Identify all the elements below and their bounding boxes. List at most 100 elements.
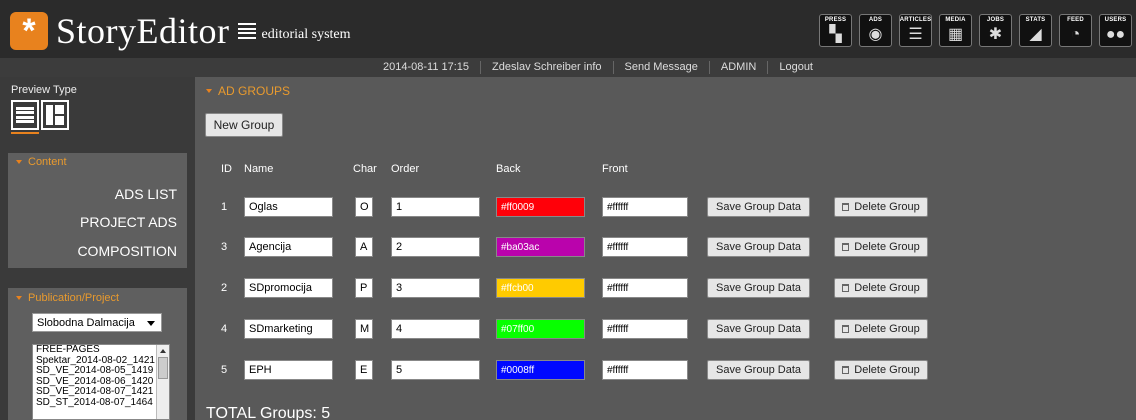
nav-articles-button[interactable]: ARTICLES ☰ <box>899 14 932 47</box>
list-item[interactable]: SD_VE_2014-08-07_1421 <box>33 387 157 398</box>
trash-icon <box>842 366 850 374</box>
nav-label: PRESS <box>824 17 847 23</box>
listbox-scrollbar[interactable] <box>156 345 169 419</box>
save-group-button[interactable]: Save Group Data <box>707 237 810 257</box>
preview-grid-icon[interactable] <box>41 100 69 130</box>
logo-mark: * <box>10 12 48 50</box>
publication-panel-header[interactable]: Publication/Project <box>8 289 187 307</box>
col-char: Char <box>353 163 377 175</box>
group-back-color-input[interactable]: #ba03ac <box>496 237 585 257</box>
delete-group-button[interactable]: Delete Group <box>834 278 928 298</box>
scroll-up-icon[interactable] <box>160 349 166 353</box>
group-name-input[interactable]: EPH <box>244 360 333 380</box>
save-group-button[interactable]: Save Group Data <box>707 319 810 339</box>
group-back-color-input[interactable]: #ffcb00 <box>496 278 585 298</box>
logout-link[interactable]: Logout <box>768 61 824 74</box>
app-name: StoryEditor <box>56 11 230 51</box>
send-message-link[interactable]: Send Message <box>614 61 710 74</box>
chevron-down-icon <box>147 321 155 326</box>
content-panel-title: Content <box>28 155 67 168</box>
save-group-button[interactable]: Save Group Data <box>707 360 810 380</box>
list-item[interactable]: SD_ST_2014-08-07_1464 <box>33 398 157 409</box>
group-order-input[interactable]: 2 <box>391 237 480 257</box>
list-item[interactable]: FREE-PAGES <box>33 345 157 356</box>
group-order-input[interactable]: 1 <box>391 197 480 217</box>
group-back-color-input[interactable]: #0008ff <box>496 360 585 380</box>
group-name-input[interactable]: Agencija <box>244 237 333 257</box>
delete-group-label: Delete Group <box>854 201 920 213</box>
delete-group-label: Delete Group <box>854 364 920 376</box>
row-id: 5 <box>221 364 228 376</box>
preview-list-icon[interactable] <box>11 100 39 130</box>
list-item[interactable]: Spektar_2014-08-02_1421 <box>33 356 157 367</box>
new-group-button[interactable]: New Group <box>205 113 283 137</box>
articles-icon: ☰ <box>908 26 923 43</box>
nav-media-button[interactable]: MEDIA ▦ <box>939 14 972 47</box>
group-order-input[interactable]: 4 <box>391 319 480 339</box>
list-item[interactable]: SD_VE_2014-08-06_1420 <box>33 377 157 388</box>
group-front-color-input[interactable]: #ffffff <box>602 237 688 257</box>
status-bar: 2014-08-11 17:15 Zdeslav Schreiber info … <box>0 58 1136 77</box>
group-char-input[interactable]: M <box>355 319 373 339</box>
admin-link[interactable]: ADMIN <box>710 61 769 74</box>
delete-group-button[interactable]: Delete Group <box>834 319 928 339</box>
caret-down-icon <box>16 296 22 300</box>
group-back-color-input[interactable]: #07ff00 <box>496 319 585 339</box>
composition-link[interactable]: COMPOSITION <box>77 243 177 259</box>
group-char-input[interactable]: E <box>355 360 373 380</box>
ad-groups-header[interactable]: AD GROUPS <box>206 84 290 98</box>
group-front-color-input[interactable]: #ffffff <box>602 278 688 298</box>
group-front-color-input[interactable]: #ffffff <box>602 197 688 217</box>
col-id: ID <box>221 163 232 175</box>
total-groups: TOTAL Groups: 5 <box>206 405 331 420</box>
project-listbox[interactable]: FREE-PAGES Spektar_2014-08-02_1421 SD_VE… <box>32 344 170 420</box>
delete-group-button[interactable]: Delete Group <box>834 360 928 380</box>
group-order-input[interactable]: 3 <box>391 278 480 298</box>
group-name-input[interactable]: Oglas <box>244 197 333 217</box>
publication-select[interactable]: Slobodna Dalmacija <box>32 313 162 332</box>
nav-users-button[interactable]: USERS ●● <box>1099 14 1132 47</box>
nav-stats-button[interactable]: STATS ◢ <box>1019 14 1052 47</box>
group-char-input[interactable]: P <box>355 278 373 298</box>
nav-ads-button[interactable]: ADS ◉ <box>859 14 892 47</box>
media-icon: ▦ <box>947 26 964 43</box>
group-front-color-input[interactable]: #ffffff <box>602 360 688 380</box>
scroll-thumb[interactable] <box>158 357 168 379</box>
group-name-input[interactable]: SDpromocija <box>244 278 333 298</box>
delete-group-button[interactable]: Delete Group <box>834 237 928 257</box>
nav-label: FEED <box>1067 17 1084 23</box>
publication-selected: Slobodna Dalmacija <box>37 316 135 329</box>
delete-group-label: Delete Group <box>854 282 920 294</box>
group-char-input[interactable]: O <box>355 197 373 217</box>
nav-label: USERS <box>1104 17 1127 23</box>
app-logo[interactable]: * StoryEditor editorial system <box>10 10 351 52</box>
project-ads-link[interactable]: PROJECT ADS <box>80 214 177 230</box>
group-back-color-input[interactable]: #ff0009 <box>496 197 585 217</box>
group-front-color-input[interactable]: #ffffff <box>602 319 688 339</box>
nav-jobs-button[interactable]: JOBS ✱ <box>979 14 1012 47</box>
save-group-button[interactable]: Save Group Data <box>707 197 810 217</box>
logo-lines-icon <box>237 22 256 40</box>
publication-panel-title: Publication/Project <box>28 292 120 304</box>
status-user-link[interactable]: Zdeslav Schreiber info <box>481 61 614 74</box>
col-front: Front <box>602 163 628 175</box>
sidebar: Preview Type Content ADS LIST PROJECT AD… <box>0 77 195 420</box>
col-order: Order <box>391 163 420 175</box>
trash-icon <box>842 203 850 211</box>
nav-feed-button[interactable]: FEED ◔ <box>1059 14 1092 47</box>
delete-group-button[interactable]: Delete Group <box>834 197 928 217</box>
save-group-button[interactable]: Save Group Data <box>707 278 810 298</box>
table-row: 5 EPH E 5 #0008ff #ffffff Save Group Data Delet… <box>195 360 1136 380</box>
col-name: Name <box>244 163 274 175</box>
nav-label: ADS <box>868 17 883 23</box>
caret-down-icon <box>16 159 22 164</box>
preview-type-label: Preview Type <box>11 84 77 96</box>
nav-label: ARTICLES <box>899 17 932 23</box>
ads-list-link[interactable]: ADS LIST <box>115 186 177 202</box>
nav-press-button[interactable]: PRESS ▚ <box>819 14 852 47</box>
list-item[interactable]: SD_VE_2014-08-05_1419 <box>33 366 157 377</box>
content-panel-header[interactable]: Content <box>8 153 187 170</box>
group-name-input[interactable]: SDmarketing <box>244 319 333 339</box>
group-order-input[interactable]: 5 <box>391 360 480 380</box>
group-char-input[interactable]: A <box>355 237 373 257</box>
